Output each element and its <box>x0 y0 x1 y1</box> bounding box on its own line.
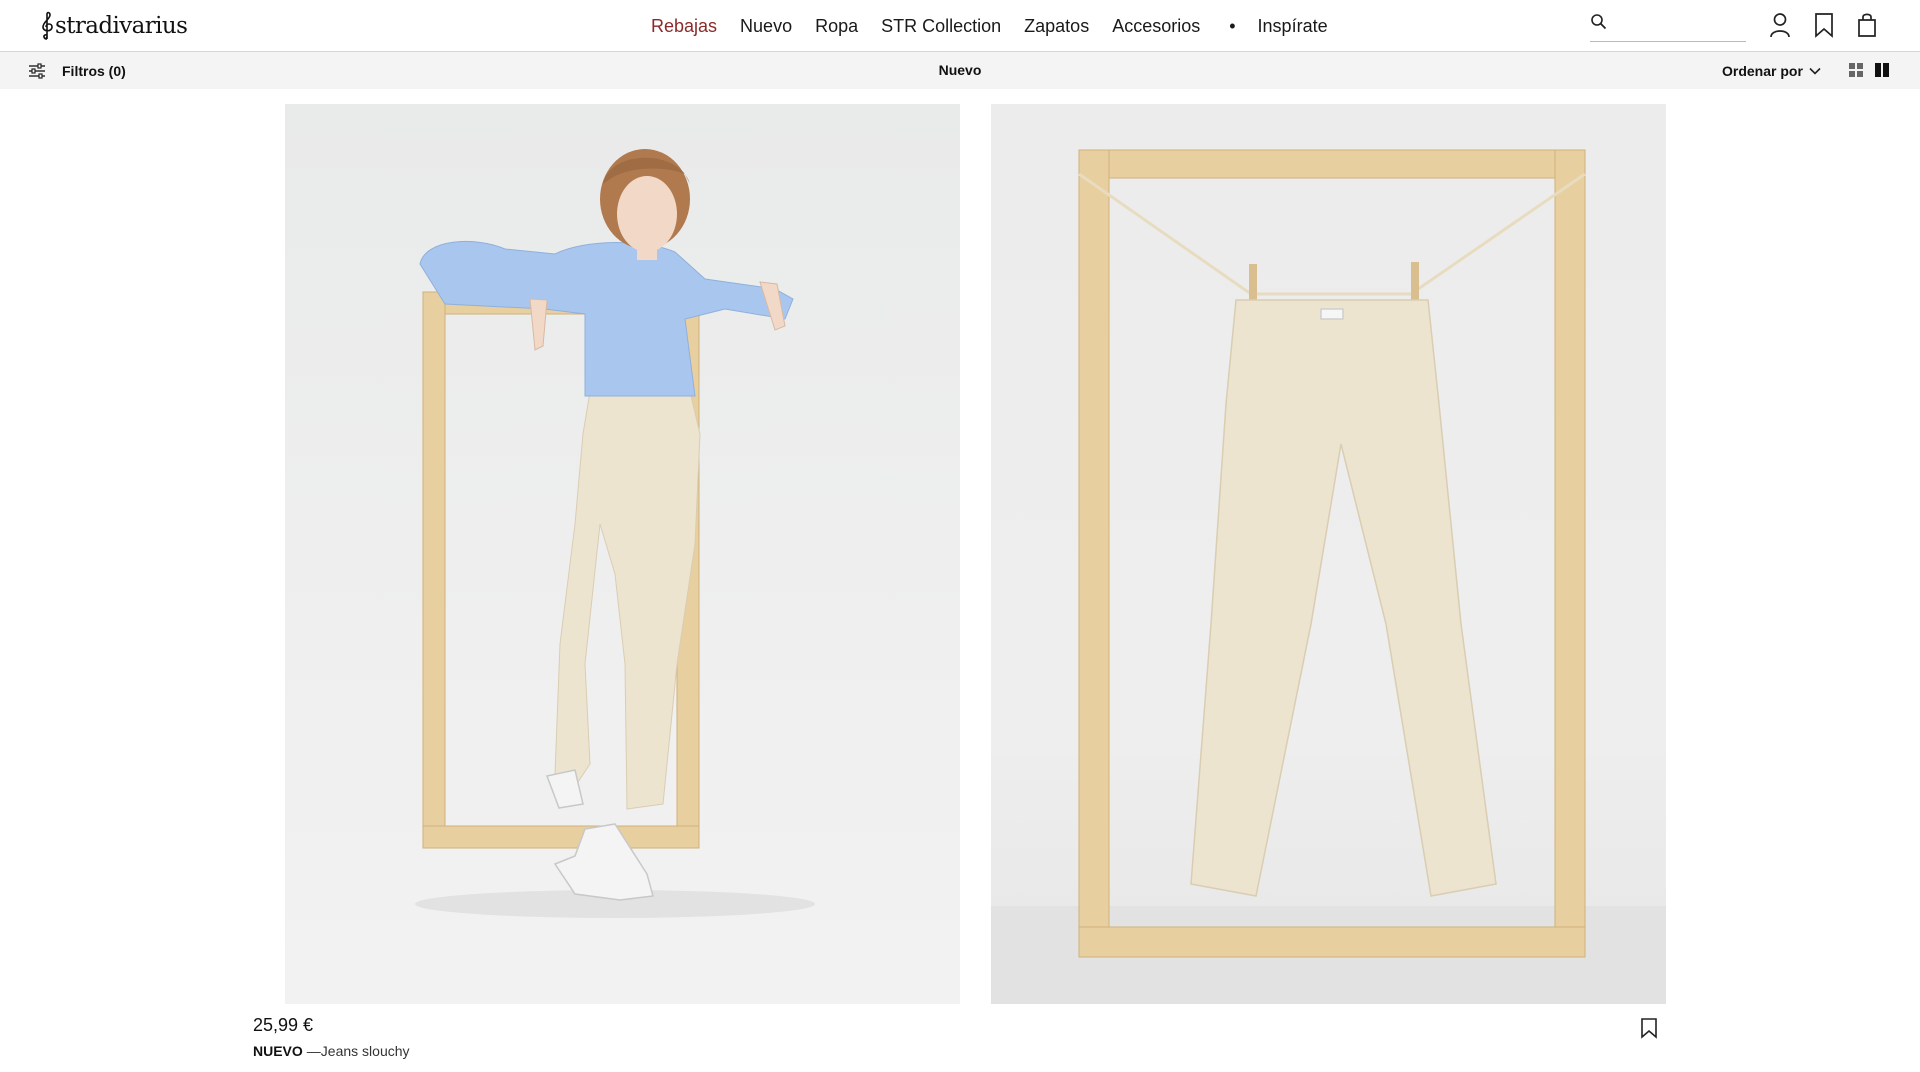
nav-item-inspirate[interactable]: Inspírate <box>1258 16 1328 37</box>
nav-separator-dot: • <box>1229 16 1236 36</box>
wooden-frame <box>1078 149 1586 958</box>
nav-item-zapatos[interactable]: Zapatos <box>1024 16 1089 37</box>
nav-item-ropa[interactable]: Ropa <box>815 16 858 37</box>
shopping-bag-icon <box>1858 13 1876 37</box>
nav-item-accesorios[interactable]: Accesorios <box>1112 16 1200 37</box>
nav-item-nuevo[interactable]: Nuevo <box>740 16 792 37</box>
model-photo-illustration <box>415 149 815 918</box>
grid-four-icon <box>1849 63 1863 77</box>
product-description[interactable]: NUEVO —Jeans slouchy <box>253 1043 410 1059</box>
search-box[interactable] <box>1590 10 1746 42</box>
product-name: —Jeans slouchy <box>306 1043 410 1059</box>
filter-bar: Filtros (0) Nuevo Ordenar por <box>0 52 1920 89</box>
account-button[interactable] <box>1766 10 1794 40</box>
user-icon <box>1770 13 1790 38</box>
product-image-flat[interactable] <box>991 104 1666 1004</box>
save-product-button[interactable] <box>1640 1017 1662 1041</box>
view-grid-two-button[interactable] <box>1874 62 1892 80</box>
search-icon[interactable] <box>1590 13 1608 31</box>
main-navigation: Rebajas Nuevo Ropa STR Collection Zapato… <box>651 12 1351 40</box>
stradivarius-logo[interactable]: stradivarius <box>40 8 188 44</box>
grid-two-icon <box>1875 63 1889 77</box>
product-image-model[interactable] <box>285 104 960 1004</box>
sort-dropdown[interactable]: Ordenar por <box>1722 61 1821 81</box>
treble-clef-icon <box>42 11 53 40</box>
nav-item-rebajas[interactable]: Rebajas <box>651 16 717 37</box>
product-price: 25,99 € <box>253 1015 314 1035</box>
bookmark-icon <box>1641 1018 1657 1039</box>
section-title: Nuevo <box>938 62 982 78</box>
sort-label: Ordenar por <box>1722 63 1803 79</box>
product-tag: NUEVO <box>253 1043 303 1059</box>
search-input[interactable] <box>1616 12 1746 38</box>
view-grid-four-button[interactable] <box>1848 62 1866 80</box>
logo-text: stradivarius <box>55 13 188 39</box>
chevron-down-icon <box>1809 67 1821 75</box>
hanging-string <box>1078 172 1586 296</box>
flat-jeans <box>1190 299 1497 897</box>
bookmark-icon <box>1815 13 1833 38</box>
nav-item-str-collection[interactable]: STR Collection <box>881 16 1001 37</box>
flat-photo-illustration <box>991 149 1666 1004</box>
blue-blouse <box>419 240 794 397</box>
cart-button[interactable] <box>1853 10 1881 40</box>
top-header: stradivarius Rebajas Nuevo Ropa STR Coll… <box>0 0 1920 52</box>
wishlist-button[interactable] <box>1810 10 1838 40</box>
